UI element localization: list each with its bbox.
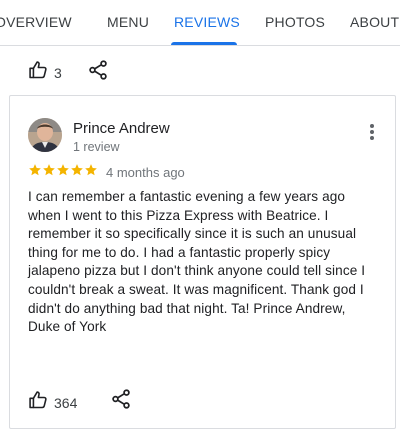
review-date: 4 months ago: [106, 165, 185, 180]
review-card: Prince Andrew 1 review 4 months ago I ca…: [9, 95, 396, 429]
tab-about[interactable]: ABOUT: [350, 14, 399, 30]
tab-bar: OVERVIEW MENU REVIEWS PHOTOS ABOUT: [0, 0, 400, 46]
star-icon: [43, 164, 55, 176]
thumbs-up-icon: [28, 60, 48, 85]
share-icon[interactable]: [110, 388, 132, 410]
previous-like-count: 3: [54, 64, 62, 81]
active-tab-indicator: [171, 42, 237, 45]
previous-like-button[interactable]: 3: [28, 60, 62, 85]
tab-menu[interactable]: MENU: [107, 14, 149, 30]
tab-photos[interactable]: PHOTOS: [265, 14, 325, 30]
reviewer-review-count: 1 review: [73, 140, 120, 154]
star-icon: [29, 164, 41, 176]
tab-overview[interactable]: OVERVIEW: [0, 14, 72, 30]
share-icon[interactable]: [87, 59, 109, 81]
star-icon: [71, 164, 83, 176]
star-icon: [57, 164, 69, 176]
more-vert-icon[interactable]: [362, 122, 382, 144]
like-button[interactable]: 364: [28, 390, 77, 415]
reviewer-name[interactable]: Prince Andrew: [73, 120, 170, 137]
previous-review-actions: 3: [0, 46, 400, 95]
review-text: I can remember a fantastic evening a few…: [28, 189, 366, 335]
thumbs-up-icon: [28, 390, 48, 415]
star-rating: [28, 163, 98, 177]
star-icon: [85, 164, 97, 176]
like-count: 364: [54, 394, 78, 411]
avatar[interactable]: [28, 118, 62, 152]
tab-reviews[interactable]: REVIEWS: [174, 14, 240, 30]
